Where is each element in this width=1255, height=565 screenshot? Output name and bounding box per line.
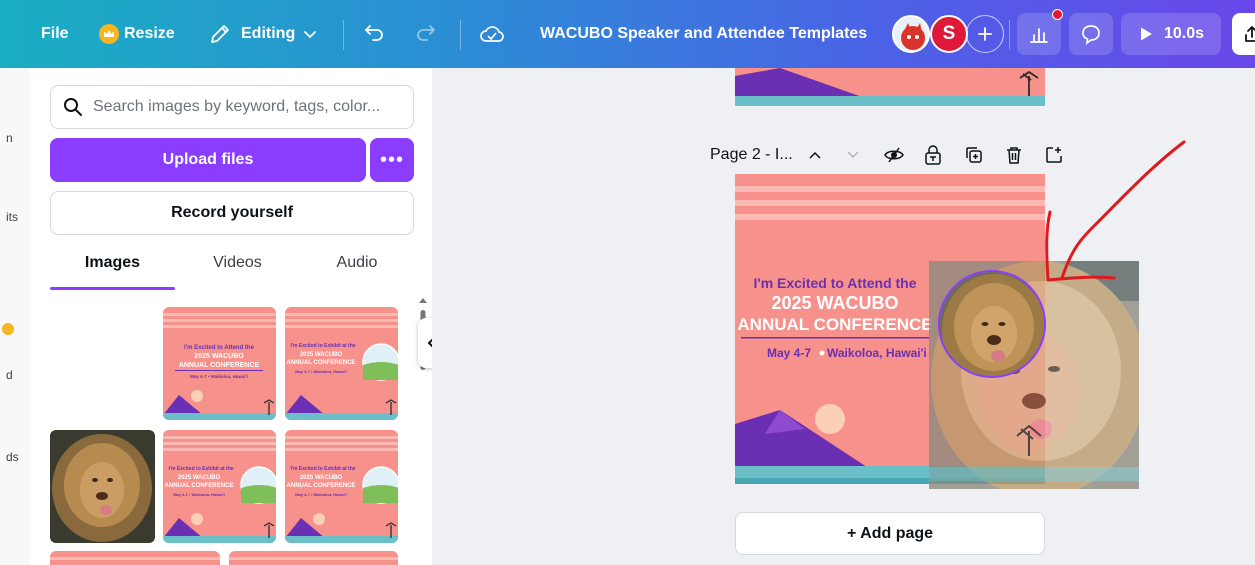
undo-icon [365, 25, 383, 41]
lock-page-button[interactable] [922, 144, 944, 166]
tab-images[interactable]: Images [50, 254, 175, 288]
undo-button[interactable] [362, 0, 386, 68]
toolbar-divider [1009, 20, 1010, 50]
design-date: May 4-7 [767, 346, 811, 360]
thumb-line2: 2025 WACUBO [178, 475, 221, 481]
duplicate-page-button[interactable] [963, 144, 985, 166]
page-title[interactable]: Page 2 - I... [710, 142, 793, 168]
cloud-saved-button[interactable] [479, 0, 505, 68]
resize-label: Resize [124, 25, 175, 42]
share-button[interactable] [1232, 13, 1255, 55]
design-title[interactable]: WACUBO Speaker and Attendee Templates [540, 0, 867, 68]
bar-chart-icon [1030, 28, 1048, 43]
top-bar: File Resize Editing WACUBO Speaker and A… [0, 0, 1255, 68]
move-page-down-button[interactable] [842, 144, 864, 166]
rail-item-label[interactable]: its [6, 210, 18, 224]
lock-icon [925, 145, 941, 165]
editing-mode-dropdown[interactable]: Editing [208, 0, 318, 68]
comments-button[interactable] [1069, 13, 1113, 55]
editor-canvas: Page 2 - I... I'm Excited to Attend the … [432, 68, 1255, 565]
search-input[interactable] [93, 98, 393, 116]
thumb-line3: ANNUAL CONFERENCE [179, 362, 260, 369]
rail-item-label[interactable]: ds [6, 450, 19, 464]
user-avatar[interactable]: S [930, 15, 968, 53]
thumb-line1: I'm Excited to Exhibit at the [290, 343, 355, 349]
upload-files-button[interactable]: Upload files [50, 138, 366, 182]
thumb-line2: 2025 WACUBO [300, 352, 343, 358]
photo-frame[interactable] [938, 270, 1046, 378]
thumb-line4: May 4-7 • Waikoloa, Hawai'i [190, 374, 248, 379]
left-rail: n its d ds [0, 68, 30, 565]
thumb-line3: ANNUAL CONFERENCE [287, 483, 356, 489]
thumb-line4: May 4-7 • Waikoloa, Hawai'i [295, 492, 347, 497]
collaborator-avatar[interactable] [892, 15, 930, 53]
uploads-panel: Upload files ••• Record yourself Images … [30, 68, 432, 565]
thumb-line3: ANNUAL CONFERENCE [287, 360, 356, 366]
search-icon [64, 98, 82, 116]
annotation-arrow [1045, 140, 1186, 282]
play-duration: 10.0s [1163, 25, 1205, 42]
active-tab-indicator [50, 287, 175, 290]
cloud-check-icon [480, 26, 504, 42]
page-1-preview[interactable] [735, 68, 1045, 112]
comment-icon [1082, 25, 1100, 45]
thumb-line1: I'm Excited to Exhibit at the [290, 466, 355, 472]
image-thumbnail[interactable] [229, 551, 398, 565]
chevron-down-icon [304, 31, 317, 39]
redo-icon [417, 25, 435, 41]
thumb-line4: May 4-7 • Waikoloa, Hawai'i [173, 492, 225, 497]
file-menu[interactable]: File [41, 0, 69, 68]
page-label: Page 2 - I... [710, 146, 793, 163]
toolbar-divider [343, 20, 344, 50]
thumb-line1: I'm Excited to Attend the [184, 345, 255, 351]
rail-item-label[interactable]: n [6, 131, 13, 145]
crown-icon [99, 24, 119, 44]
design-location: Waikoloa, Hawai'i [827, 346, 927, 360]
image-thumbnail[interactable]: I'm Excited to Exhibit at the 2025 WACUB… [163, 430, 276, 543]
image-thumbnail[interactable]: I'm Excited to Attend the 2025 WACUBO AN… [163, 307, 276, 420]
share-icon [1245, 26, 1255, 42]
image-thumbnail[interactable]: I'm Excited to Exhibit at the 2025 WACUB… [285, 430, 398, 543]
chevron-down-icon [847, 151, 859, 159]
rail-item-label[interactable]: d [6, 368, 13, 382]
search-box[interactable] [50, 85, 414, 129]
image-thumbnail[interactable] [50, 551, 220, 565]
toolbar-divider [460, 20, 461, 50]
move-page-up-button[interactable] [804, 144, 826, 166]
delete-page-button[interactable] [1003, 144, 1025, 166]
design-headline-line1: I'm Excited to Attend the [753, 275, 916, 291]
thumb-line3: ANNUAL CONFERENCE [165, 483, 234, 489]
trash-icon [1007, 147, 1021, 164]
thumb-line2: 2025 WACUBO [300, 475, 343, 481]
design-headline-line2: 2025 WACUBO [771, 293, 898, 313]
add-page-button[interactable]: + Add page [735, 512, 1045, 555]
plus-icon [978, 27, 992, 41]
pencil-icon [211, 25, 229, 43]
resize-button[interactable]: Resize [99, 0, 175, 68]
redo-button[interactable] [414, 0, 438, 68]
record-yourself-button[interactable]: Record yourself [50, 191, 414, 235]
image-thumbnail[interactable]: I'm Excited to Exhibit at the 2025 WACUB… [285, 307, 398, 420]
present-button[interactable]: 10.0s [1121, 13, 1221, 55]
eye-off-icon [884, 147, 904, 163]
play-icon [1140, 27, 1152, 41]
tab-videos[interactable]: Videos [175, 254, 300, 288]
duplicate-icon [966, 147, 982, 163]
more-options-button[interactable]: ••• [370, 138, 414, 182]
invite-button[interactable] [966, 15, 1004, 53]
design-headline-line3: ANNUAL CONFERENCE [737, 315, 932, 334]
notification-dot [1052, 9, 1063, 20]
chevron-up-icon [809, 151, 821, 159]
lion-image-thumbnail[interactable] [50, 430, 155, 543]
tab-audio[interactable]: Audio [300, 254, 414, 288]
thumb-line4: May 4-7 • Waikoloa, Hawai'i [295, 369, 347, 374]
hide-page-button[interactable] [883, 144, 905, 166]
crown-icon [2, 323, 14, 335]
thumb-line1: I'm Excited to Exhibit at the [168, 466, 233, 472]
thumb-line2: 2025 WACUBO [194, 353, 244, 360]
editing-label: Editing [241, 25, 296, 42]
